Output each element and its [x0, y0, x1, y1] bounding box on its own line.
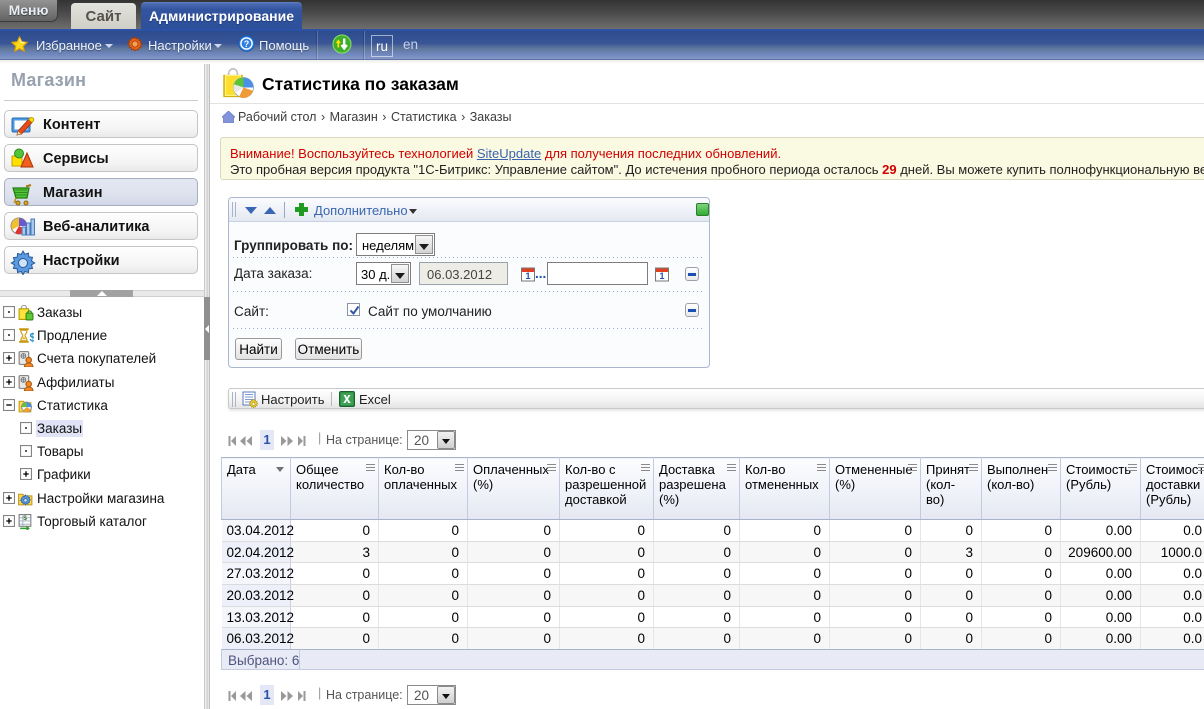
svg-text:$: $ [30, 332, 34, 345]
svg-text:1: 1 [659, 271, 664, 281]
svg-text:1: 1 [525, 271, 530, 281]
svg-text:$: $ [23, 515, 27, 522]
svg-text:?: ? [244, 39, 250, 49]
